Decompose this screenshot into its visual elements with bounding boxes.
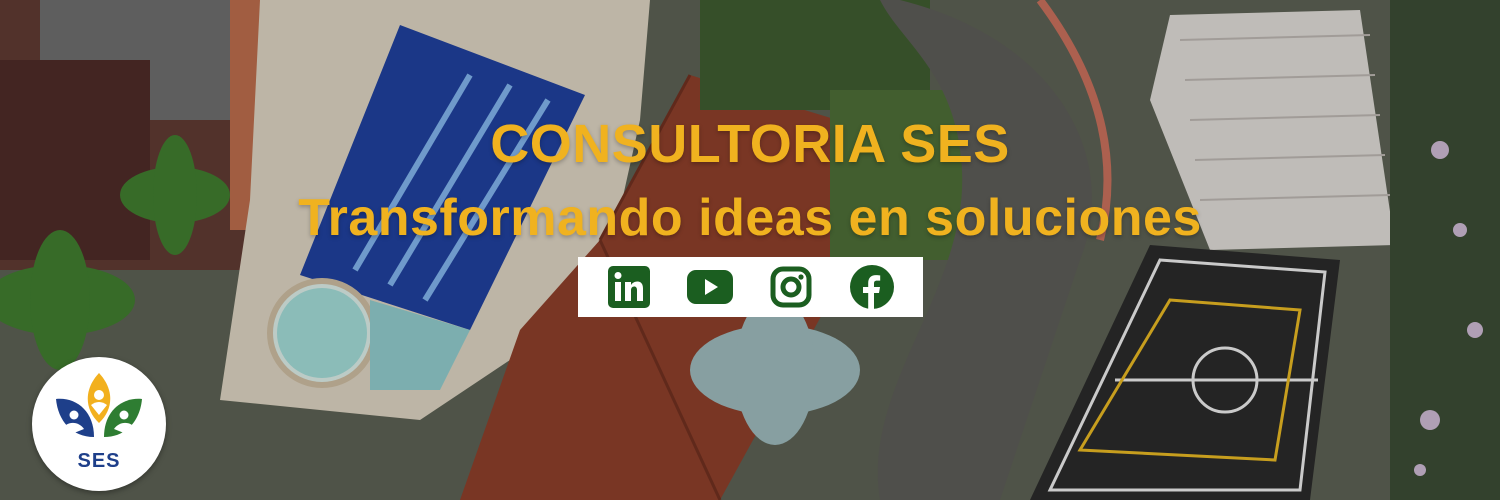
facebook-icon — [850, 265, 895, 309]
banner-title: CONSULTORIA SES — [490, 114, 1010, 174]
aerial-photo — [0, 0, 1500, 500]
linkedin-link[interactable] — [606, 264, 652, 310]
ses-leaf-emblem — [56, 373, 142, 437]
aerial-background — [0, 0, 1500, 500]
instagram-icon — [770, 266, 812, 308]
facebook-link[interactable] — [849, 264, 895, 310]
instagram-link[interactable] — [768, 264, 814, 310]
logo-text: SES — [77, 450, 121, 472]
youtube-link[interactable] — [686, 264, 733, 310]
linkedin-icon — [607, 266, 650, 308]
ses-logo: SES — [32, 357, 166, 491]
social-links-bar — [578, 257, 923, 317]
banner-subtitle: Transformando ideas en soluciones — [298, 189, 1202, 247]
youtube-icon — [686, 270, 733, 304]
